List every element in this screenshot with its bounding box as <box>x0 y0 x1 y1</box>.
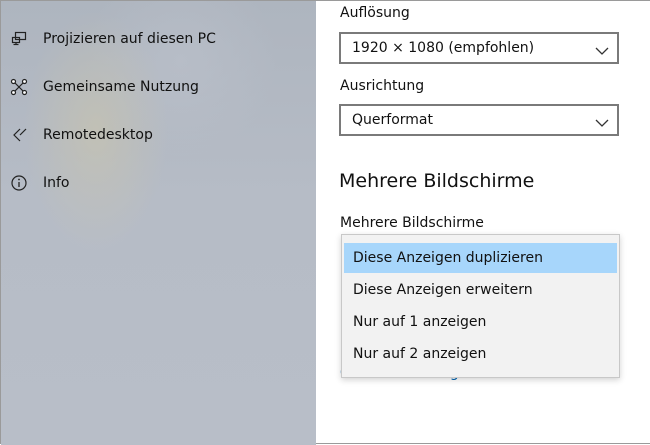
shared-experiences-icon <box>10 78 28 96</box>
resolution-label: Auflösung <box>340 5 410 21</box>
sidebar-item-info[interactable]: Info <box>1 163 316 203</box>
multiple-displays-section-title: Mehrere Bildschirme <box>339 170 535 192</box>
resolution-dropdown[interactable]: 1920 × 1080 (empfohlen) <box>339 32 619 64</box>
sidebar-item-label: Remotedesktop <box>43 127 153 143</box>
sidebar-item-label: Info <box>43 175 70 191</box>
option-label: Diese Anzeigen erweitern <box>353 282 533 298</box>
option-show-only-on-2[interactable]: Nur auf 2 anzeigen <box>344 339 617 369</box>
option-label: Nur auf 2 anzeigen <box>353 346 487 362</box>
info-icon <box>10 174 28 192</box>
sidebar-item-label: Projizieren auf diesen PC <box>43 31 216 47</box>
resolution-value: 1920 × 1080 (empfohlen) <box>352 40 535 56</box>
option-extend-displays[interactable]: Diese Anzeigen erweitern <box>344 275 617 305</box>
sidebar-item-label: Gemeinsame Nutzung <box>43 79 199 95</box>
option-label: Diese Anzeigen duplizieren <box>353 250 543 266</box>
multiple-displays-label: Mehrere Bildschirme <box>340 215 484 231</box>
chevron-down-icon <box>595 42 609 55</box>
multiple-displays-dropdown-list: Diese Anzeigen duplizieren Diese Anzeige… <box>341 234 620 378</box>
sidebar-item-shared-experiences[interactable]: Gemeinsame Nutzung <box>1 67 316 107</box>
option-duplicate-displays[interactable]: Diese Anzeigen duplizieren <box>344 243 617 273</box>
orientation-label: Ausrichtung <box>340 78 425 94</box>
project-to-pc-icon <box>10 30 28 48</box>
navigation-sidebar: Projizieren auf diesen PC Gemeinsame Nut… <box>1 1 316 445</box>
sidebar-item-project-to-pc[interactable]: Projizieren auf diesen PC <box>1 19 316 59</box>
option-show-only-on-1[interactable]: Nur auf 1 anzeigen <box>344 307 617 337</box>
orientation-value: Querformat <box>352 112 433 128</box>
option-label: Nur auf 1 anzeigen <box>353 314 487 330</box>
orientation-dropdown[interactable]: Querformat <box>339 104 619 136</box>
chevron-down-icon <box>595 114 609 127</box>
remote-desktop-icon <box>10 126 28 144</box>
sidebar-item-remote-desktop[interactable]: Remotedesktop <box>1 115 316 155</box>
